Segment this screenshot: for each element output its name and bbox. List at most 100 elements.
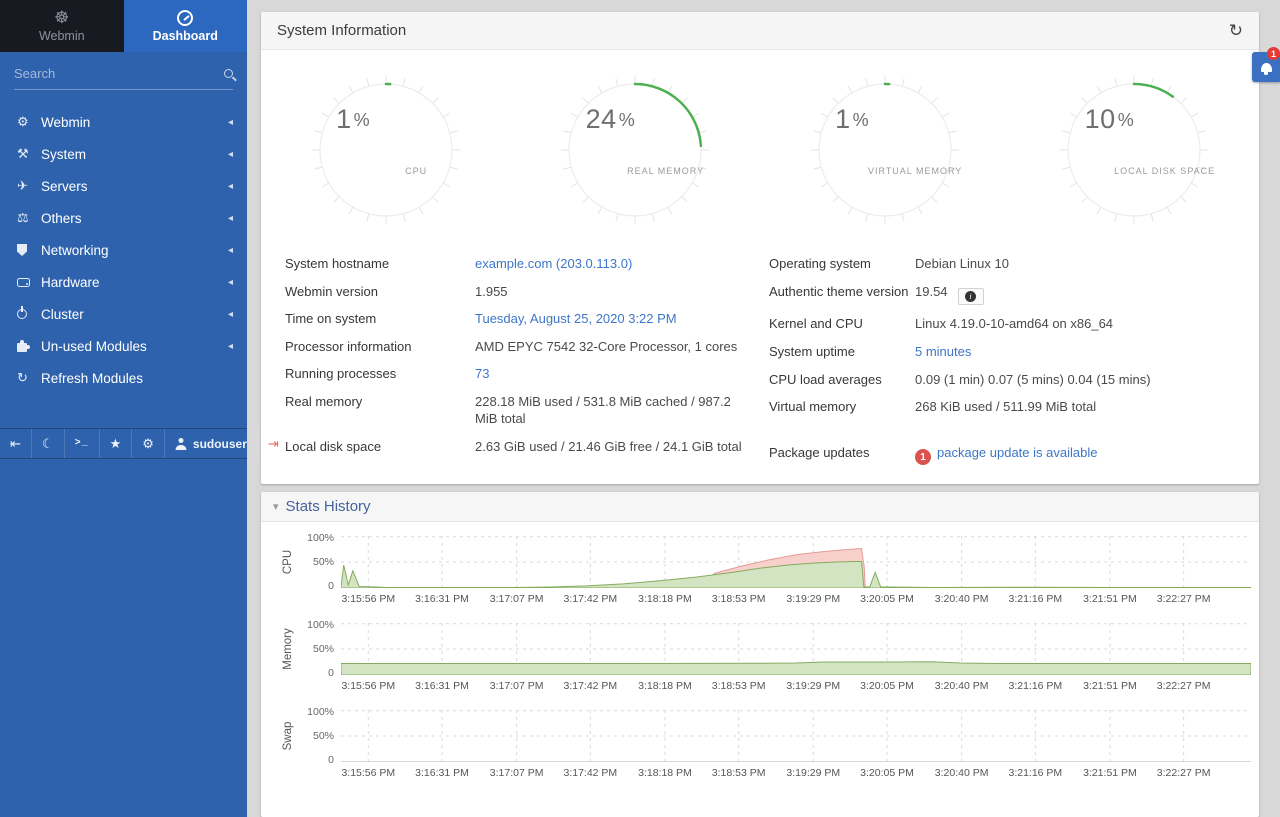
info-value: 73	[475, 365, 755, 383]
info-value: Tuesday, August 25, 2020 3:22 PM	[475, 310, 755, 328]
x-tick-label: 3:17:07 PM	[490, 767, 544, 779]
x-tick-label: 3:18:53 PM	[712, 767, 766, 779]
toolbar-night-mode-button[interactable]: ☾	[31, 429, 64, 458]
sidebar-item-label: Cluster	[41, 307, 228, 322]
caret-left-icon: ◂	[228, 149, 233, 160]
sidebar-toolbar: ⇤☾>_★⚙sudouser⇥	[0, 428, 247, 459]
gauge-dial	[306, 70, 466, 230]
chart-canvas	[341, 710, 1251, 762]
table-row: System uptime5 minutes	[769, 338, 1239, 366]
toolbar-user-button[interactable]: sudouser	[164, 429, 257, 458]
system-info-right-column: Operating systemDebian Linux 10Authentic…	[769, 250, 1239, 470]
gauge-label: REAL MEMORY	[627, 166, 704, 176]
stats-history-header[interactable]: ▾ Stats History	[261, 492, 1259, 522]
info-label: Authentic theme version	[769, 284, 915, 299]
info-label: Time on system	[285, 311, 475, 326]
x-tick-label: 3:22:27 PM	[1157, 680, 1211, 692]
sidebar-tabs: ☸ Webmin Dashboard	[0, 0, 247, 52]
sidebar-item-label: Servers	[41, 179, 228, 194]
toolbar-collapse-sidebar-button[interactable]: ⇤	[0, 429, 31, 458]
info-value: Debian Linux 10	[915, 255, 1239, 273]
info-value: example.com (203.0.113.0)	[475, 255, 755, 273]
info-label: Operating system	[769, 256, 915, 271]
gauge-value: 1%	[835, 104, 869, 135]
caret-left-icon: ◂	[228, 245, 233, 256]
search-input[interactable]	[14, 66, 224, 81]
chart-plot-area: 3:15:56 PM3:16:31 PM3:17:07 PM3:17:42 PM…	[341, 623, 1251, 693]
username-label: sudouser	[193, 437, 247, 451]
dashboard-gauge-icon	[177, 10, 193, 26]
info-value: 228.18 MiB used / 531.8 MiB cached / 987…	[475, 393, 755, 428]
sidebar-item-label: Others	[41, 211, 228, 226]
info-label: Real memory	[285, 394, 475, 409]
info-button[interactable]: i	[958, 288, 984, 305]
sidebar-item-networking[interactable]: Networking◂	[0, 234, 247, 266]
system-info-grid: System hostnameexample.com (203.0.113.0)…	[261, 236, 1259, 484]
gauge-value: 24%	[586, 104, 635, 135]
caret-left-icon: ◂	[228, 181, 233, 192]
webmin-logo-icon: ☸	[54, 9, 69, 26]
chart-canvas	[341, 536, 1251, 588]
table-row: System hostnameexample.com (203.0.113.0)	[285, 250, 755, 278]
bell-icon	[1261, 63, 1272, 72]
toolbar-logout-button[interactable]: ⇥	[257, 429, 289, 458]
info-value: 0.09 (1 min) 0.07 (5 mins) 0.04 (15 mins…	[915, 371, 1239, 389]
sidebar-item-refresh-modules[interactable]: ↻Refresh Modules	[0, 362, 247, 394]
info-label: Processor information	[285, 339, 475, 354]
sidebar-item-label: Webmin	[41, 115, 228, 130]
caret-left-icon: ◂	[228, 341, 233, 352]
x-tick-label: 3:15:56 PM	[341, 767, 395, 779]
info-value-text: 268 KiB used / 511.99 MiB total	[915, 399, 1096, 414]
info-value: 5 minutes	[915, 343, 1239, 361]
info-value-link[interactable]: 73	[475, 366, 489, 381]
gauge-local-disk-space: 10%LOCAL DISK SPACE	[1054, 70, 1214, 230]
chart-axis-title: Memory	[275, 623, 301, 693]
page-title: System Information	[277, 22, 1229, 39]
servers-icon: ✈	[17, 178, 41, 194]
info-icon: i	[965, 291, 976, 302]
sidebar-item-webmin[interactable]: ⚙Webmin◂	[0, 106, 247, 138]
x-tick-label: 3:17:07 PM	[490, 593, 544, 605]
search-icon[interactable]	[224, 69, 233, 78]
x-tick-label: 3:20:05 PM	[860, 767, 914, 779]
info-value-text: 0.09 (1 min) 0.07 (5 mins) 0.04 (15 mins…	[915, 372, 1151, 387]
tab-dashboard[interactable]: Dashboard	[124, 0, 248, 52]
sidebar-item-cluster[interactable]: Cluster◂	[0, 298, 247, 330]
tab-webmin[interactable]: ☸ Webmin	[0, 0, 124, 52]
y-tick-label: 0	[328, 754, 334, 766]
info-value: 1package update is available	[915, 444, 1239, 466]
info-value-text: Linux 4.19.0-10-amd64 on x86_64	[915, 316, 1113, 331]
sidebar-item-un-used-modules[interactable]: Un-used Modules◂	[0, 330, 247, 362]
info-value-link[interactable]: 5 minutes	[915, 344, 971, 359]
toolbar-settings-button[interactable]: ⚙	[131, 429, 164, 458]
info-value: 19.54i	[915, 283, 1239, 306]
notifications-tab[interactable]: 1	[1252, 52, 1280, 82]
chart-y-axis: 100%50%0	[301, 710, 341, 762]
table-row: Virtual memory268 KiB used / 511.99 MiB …	[769, 393, 1239, 421]
system-info-left-column: System hostnameexample.com (203.0.113.0)…	[285, 250, 755, 470]
toolbar-favorites-button[interactable]: ★	[99, 429, 132, 458]
info-value-link[interactable]: example.com (203.0.113.0)	[475, 256, 632, 271]
toolbar-terminal-button[interactable]: >_	[64, 429, 99, 458]
sidebar-item-servers[interactable]: ✈Servers◂	[0, 170, 247, 202]
y-tick-label: 0	[328, 667, 334, 679]
gauge-label: LOCAL DISK SPACE	[1114, 166, 1215, 176]
info-value: 2.63 GiB used / 21.46 GiB free / 24.1 Gi…	[475, 438, 755, 456]
table-row: Authentic theme version19.54i	[769, 278, 1239, 311]
x-tick-label: 3:21:16 PM	[1008, 680, 1062, 692]
info-value-link[interactable]: Tuesday, August 25, 2020 3:22 PM	[475, 311, 677, 326]
refresh-icon[interactable]: ↻	[1229, 22, 1243, 39]
x-tick-label: 3:15:56 PM	[341, 680, 395, 692]
sidebar-item-others[interactable]: ⚖Others◂	[0, 202, 247, 234]
chart-canvas	[341, 623, 1251, 675]
sidebar-item-hardware[interactable]: Hardware◂	[0, 266, 247, 298]
chart-cpu: CPU100%50%03:15:56 PM3:16:31 PM3:17:07 P…	[275, 536, 1251, 606]
others-icon: ⚖	[17, 210, 41, 226]
y-tick-label: 50%	[313, 556, 334, 568]
info-value-link[interactable]: package update is available	[937, 445, 1097, 460]
sidebar-item-system[interactable]: ⚒System◂	[0, 138, 247, 170]
info-label: Kernel and CPU	[769, 316, 915, 331]
gauge-label: VIRTUAL MEMORY	[868, 166, 962, 176]
main-content: System Information ↻ 1%CPU24%REAL MEMORY…	[247, 0, 1280, 817]
info-value: AMD EPYC 7542 32-Core Processor, 1 cores	[475, 338, 755, 356]
